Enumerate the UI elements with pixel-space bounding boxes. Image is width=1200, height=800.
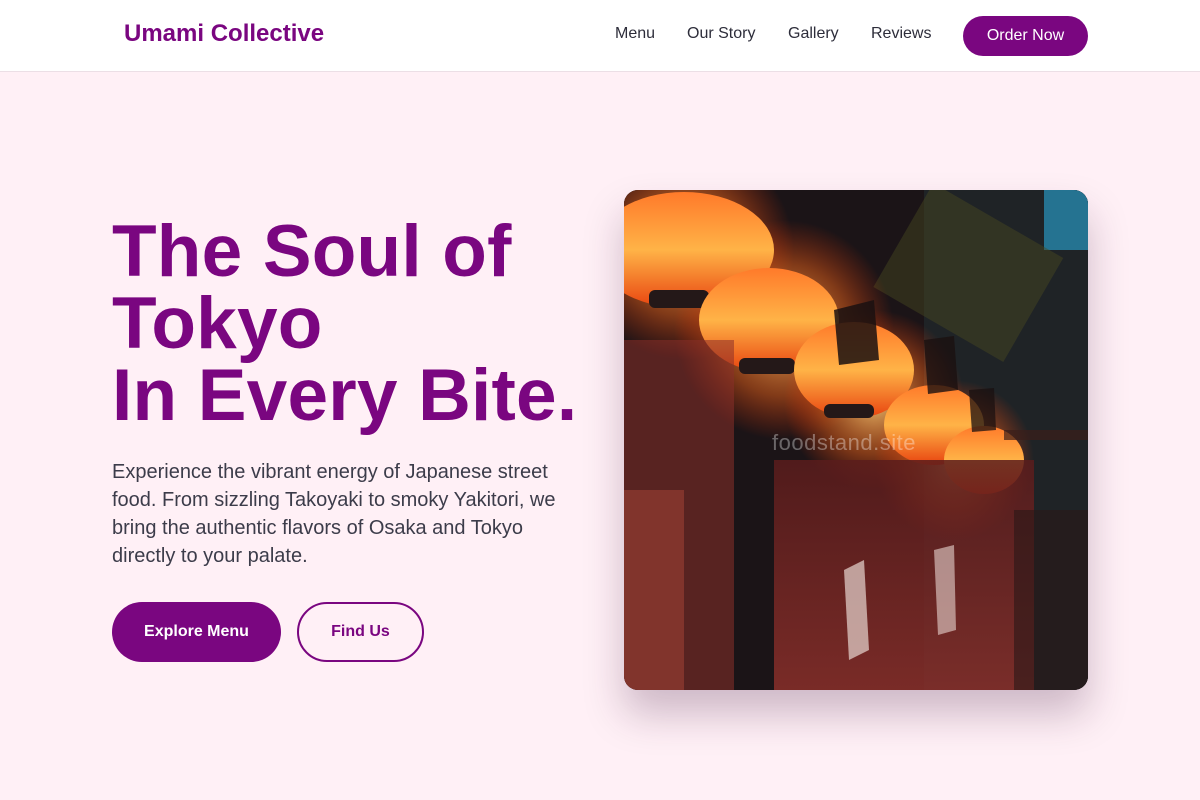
nav-link-reviews[interactable]: Reviews xyxy=(871,25,931,43)
nav-link-gallery[interactable]: Gallery xyxy=(788,25,839,43)
order-now-button[interactable]: Order Now xyxy=(963,16,1088,56)
explore-menu-button[interactable]: Explore Menu xyxy=(112,602,281,662)
hero-description: Experience the vibrant energy of Japanes… xyxy=(112,461,556,567)
hero-title: The Soul of Tokyo In Every Bite. xyxy=(112,211,578,436)
nav-link-menu[interactable]: Menu xyxy=(615,25,655,43)
hero-title-line-3: In Every Bite. xyxy=(112,355,578,436)
hero-image-lanterns: foodstand.site xyxy=(624,190,1088,690)
nav-link-our-story[interactable]: Our Story xyxy=(687,25,755,43)
find-us-button[interactable]: Find Us xyxy=(297,602,424,662)
hero-title-line-2: Tokyo xyxy=(112,283,323,364)
hero-title-line-1: The Soul of xyxy=(112,211,512,292)
image-watermark: foodstand.site xyxy=(772,430,916,455)
top-navbar: Umami Collective Menu Our Story Gallery … xyxy=(0,0,1200,72)
